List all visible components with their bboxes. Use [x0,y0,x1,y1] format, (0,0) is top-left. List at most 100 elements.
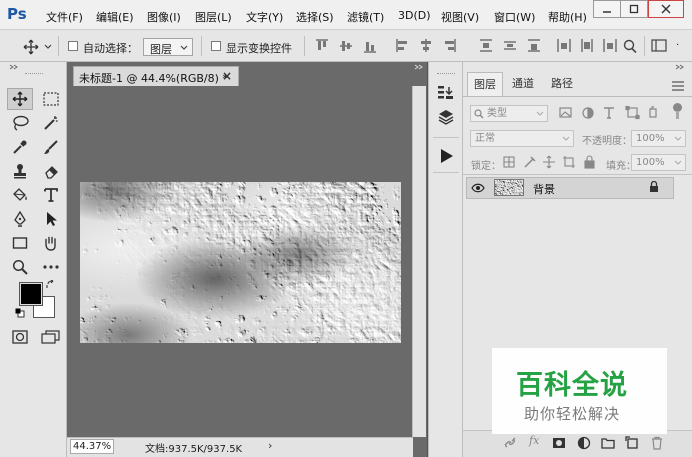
swap-colors-icon[interactable] [46,280,56,290]
blend-mode-value: 正常 [475,133,495,144]
menu-3d[interactable]: 3D(D) [398,9,431,22]
close-tab-icon[interactable]: × [222,69,232,83]
visibility-eye-icon[interactable] [471,183,485,193]
properties-panel-icon[interactable] [437,109,455,127]
eyedropper-icon [13,140,27,154]
menu-type[interactable]: 文字(Y) [246,9,283,25]
align-distribute-icons[interactable] [316,39,676,53]
brush-icon [44,140,58,154]
link-layers-icon[interactable] [503,436,517,450]
collapse-chevron-icon[interactable] [414,64,424,70]
play-actions-icon[interactable] [440,148,454,164]
more-tools-button[interactable] [38,256,64,278]
opacity-value: 100% [636,133,665,144]
eraser-tool[interactable] [38,160,64,182]
ellipsis-icon [43,265,59,269]
magic-wand-tool[interactable] [38,112,64,134]
menu-view[interactable]: 视图(V) [441,9,479,25]
opacity-field[interactable]: 100% [631,130,686,147]
chevron-down-icon [674,136,682,141]
move-tool[interactable] [7,88,33,110]
tab-channels[interactable]: 通道 [505,72,541,96]
quick-mask-icon[interactable] [12,330,28,344]
layer-name[interactable]: 背景 [533,181,555,197]
default-colors-icon[interactable] [15,308,25,318]
fill-field[interactable]: 100% [631,154,686,171]
chevron-down-icon[interactable] [44,44,52,50]
add-mask-icon[interactable] [552,436,566,450]
layer-thumbnail-image [495,180,523,195]
zoom-level-field[interactable]: 44.37% [70,439,114,454]
document-canvas[interactable] [80,182,401,343]
eraser-icon [45,166,58,179]
auto-select-dropdown[interactable]: 图层 [143,38,193,56]
foreground-color-swatch[interactable] [19,282,43,306]
opacity-label: 不透明度： [582,136,632,147]
show-transform-checkbox[interactable] [211,41,221,51]
path-selection-tool[interactable] [38,208,64,230]
type-icon [44,188,58,202]
expand-chevron-icon[interactable] [675,64,685,70]
brush-tool[interactable] [38,136,64,158]
maximize-button[interactable] [620,0,648,18]
eyedropper-tool[interactable] [7,136,33,158]
marquee-icon [43,92,59,106]
panel-grip[interactable] [25,73,43,76]
search-icon [474,109,484,119]
type-tool[interactable] [38,184,64,206]
marquee-tool[interactable] [38,88,64,110]
layer-thumbnail [494,179,524,196]
move-icon [12,91,28,107]
status-menu-arrow-icon[interactable]: › [268,439,272,452]
lock-icon [650,181,658,192]
chevron-down-icon [562,136,570,141]
menu-filter[interactable]: 滤镜(T) [347,9,384,25]
panel-menu-icon[interactable] [672,81,684,91]
rectangle-tool[interactable] [7,232,33,254]
menu-image[interactable]: 图像(I) [147,9,181,25]
auto-select-checkbox[interactable] [68,41,78,51]
menu-edit[interactable]: 编辑(E) [96,9,134,25]
minimize-icon [603,11,611,13]
stamp-tool[interactable] [7,160,33,182]
adjustment-layer-icon[interactable] [577,436,591,450]
tab-layers[interactable]: 图层 [467,72,503,96]
minimize-button[interactable] [593,0,621,18]
chevron-down-icon [674,160,682,165]
app-logo: Ps [7,5,27,23]
menu-help[interactable]: 帮助(H) [548,9,587,25]
pen-tool[interactable] [7,208,33,230]
layer-effects-icon[interactable]: fx [529,434,539,447]
paint-bucket-icon [13,188,27,201]
blend-mode-dropdown[interactable]: 正常 [470,130,574,147]
menu-file[interactable]: 文件(F) [46,9,83,25]
delete-layer-icon[interactable] [650,436,664,450]
new-layer-icon[interactable] [625,436,639,450]
stamp-icon [14,164,26,179]
document-tab[interactable]: 未标题-1 @ 44.4%(RGB/8) * × [73,66,239,86]
menu-layer[interactable]: 图层(L) [195,9,232,25]
history-panel-icon[interactable] [437,84,455,102]
hand-tool[interactable] [38,232,64,254]
layer-filter-dropdown[interactable]: 类型 [470,105,548,122]
lasso-tool[interactable] [7,112,33,134]
menu-select[interactable]: 选择(S) [296,9,334,25]
menu-window[interactable]: 窗口(W) [494,9,535,25]
screen-mode-icon[interactable] [41,330,61,344]
vertical-scrollbar[interactable] [412,86,426,437]
tab-paths[interactable]: 路径 [543,72,581,96]
zoom-icon [12,259,28,275]
document-size-info: 文档:937.5K/937.5K [145,444,243,455]
new-group-icon[interactable] [601,436,615,450]
options-overflow-label: · [676,40,680,51]
zoom-tool[interactable] [7,256,33,278]
chevron-down-icon [180,45,188,50]
close-window-button[interactable] [648,0,684,18]
paint-bucket-tool[interactable] [7,184,33,206]
lock-options-icons[interactable] [503,155,598,169]
show-transform-label: 显示变换控件 [226,42,292,55]
layer-filter-type-icons[interactable] [558,106,668,120]
panel-grip[interactable] [437,73,455,76]
move-tool-icon[interactable] [23,39,39,55]
collapse-chevron-icon[interactable] [9,64,19,70]
